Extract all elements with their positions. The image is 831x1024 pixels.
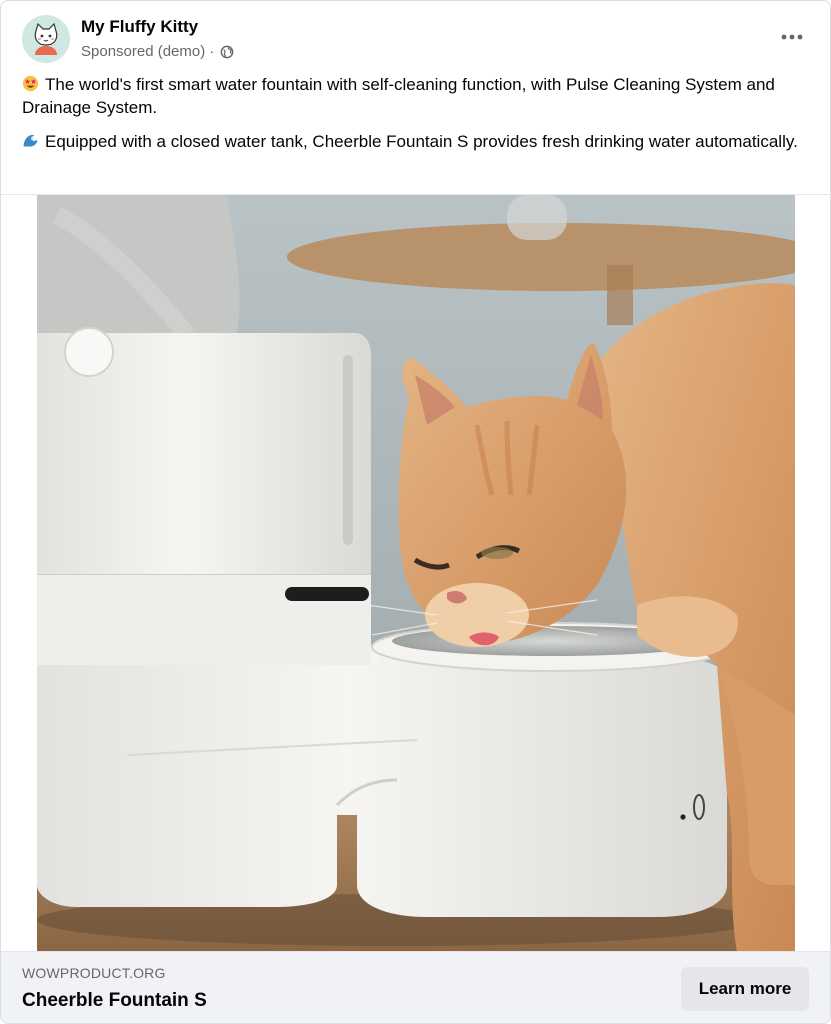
post-paragraph-2: Equipped with a closed water tank, Cheer… <box>22 130 802 153</box>
more-options-button[interactable] <box>774 23 810 51</box>
sponsored-post-card: My Fluffy Kitty Sponsored (demo) · The w… <box>0 0 831 1024</box>
product-photo-illustration <box>37 195 795 952</box>
globe-icon[interactable] <box>220 45 234 59</box>
sponsored-label[interactable]: Sponsored (demo) <box>81 43 205 60</box>
page-avatar[interactable] <box>22 15 70 63</box>
more-options-icon <box>781 34 803 40</box>
page-name-link[interactable]: My Fluffy Kitty <box>81 17 198 37</box>
link-preview-footer[interactable]: WOWPRODUCT.ORG Cheerble Fountain S Learn… <box>1 951 830 1023</box>
cat-mascot-icon <box>22 15 70 63</box>
link-title[interactable]: Cheerble Fountain S <box>22 990 207 1012</box>
learn-more-button[interactable]: Learn more <box>681 967 809 1011</box>
link-domain: WOWPRODUCT.ORG <box>22 965 166 981</box>
product-image[interactable] <box>37 195 795 952</box>
media-container <box>1 194 830 952</box>
meta-separator: · <box>209 43 215 60</box>
post-header: My Fluffy Kitty Sponsored (demo) · <box>1 1 830 65</box>
water-wave-emoji <box>23 135 38 147</box>
post-paragraph-1: The world's first smart water fountain w… <box>22 73 802 119</box>
paragraph-2-text: Equipped with a closed water tank, Cheer… <box>45 132 798 151</box>
star-struck-emoji <box>22 75 39 92</box>
post-meta: Sponsored (demo) · <box>81 43 234 60</box>
post-text: The world's first smart water fountain w… <box>22 73 802 164</box>
paragraph-1-text: The world's first smart water fountain w… <box>22 75 775 117</box>
